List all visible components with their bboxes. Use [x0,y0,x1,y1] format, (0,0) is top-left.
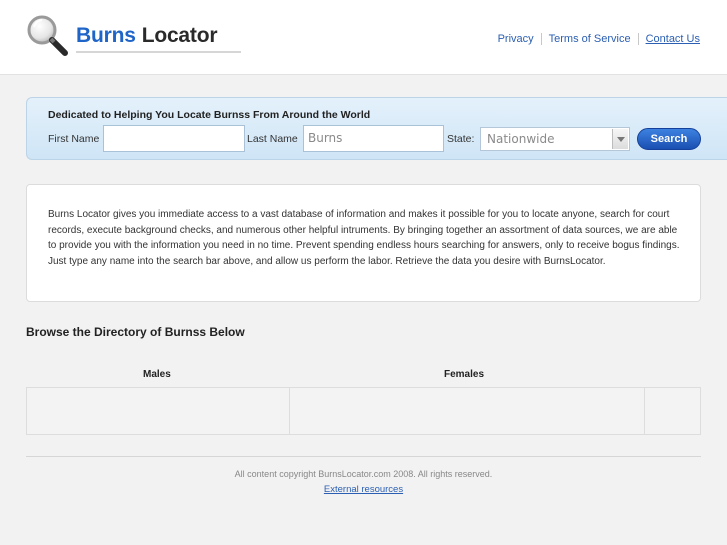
directory-title: Browse the Directory of Burnss Below [26,325,245,339]
column-divider [644,388,645,434]
link-separator [540,33,542,45]
females-column-header: Females [444,369,485,380]
search-button[interactable]: Search [637,128,701,150]
directory-table [26,387,701,435]
state-selected-value: Nationwide [487,132,555,146]
external-resources-link[interactable]: External resources [324,484,403,495]
contact-link[interactable]: Contact Us [646,33,700,45]
logo-underline [76,51,241,53]
footer-divider [26,456,701,457]
top-links: Privacy Terms of Service Contact Us [498,33,700,45]
privacy-link[interactable]: Privacy [498,33,534,45]
external-resources: External resources [0,484,727,495]
description-box: Burns Locator gives you immediate access… [26,184,701,302]
search-tagline: Dedicated to Helping You Locate Burnss F… [48,109,371,121]
first-name-label: First Name [48,133,100,145]
males-column-header: Males [143,369,171,380]
logo-text: Burns Locator [76,24,217,48]
site-header: Burns Locator Privacy Terms of Service Co… [0,0,727,75]
chevron-down-icon[interactable] [612,129,628,149]
state-label: State: [447,133,475,145]
magnifier-logo-icon [27,15,68,56]
last-name-label: Last Name [247,133,298,145]
description-text: Burns Locator gives you immediate access… [48,209,680,267]
search-panel: Dedicated to Helping You Locate Burnss F… [26,97,727,160]
logo-word-burns: Burns [76,24,136,47]
logo-word-locator: Locator [141,24,218,47]
state-select[interactable]: Nationwide [480,127,630,151]
copyright-text: All content copyright BurnsLocator.com 2… [234,469,493,479]
first-name-input[interactable] [103,125,245,152]
column-divider [289,388,290,434]
link-separator [637,33,639,45]
terms-link[interactable]: Terms of Service [549,33,631,45]
last-name-input[interactable]: Burns [303,125,444,152]
